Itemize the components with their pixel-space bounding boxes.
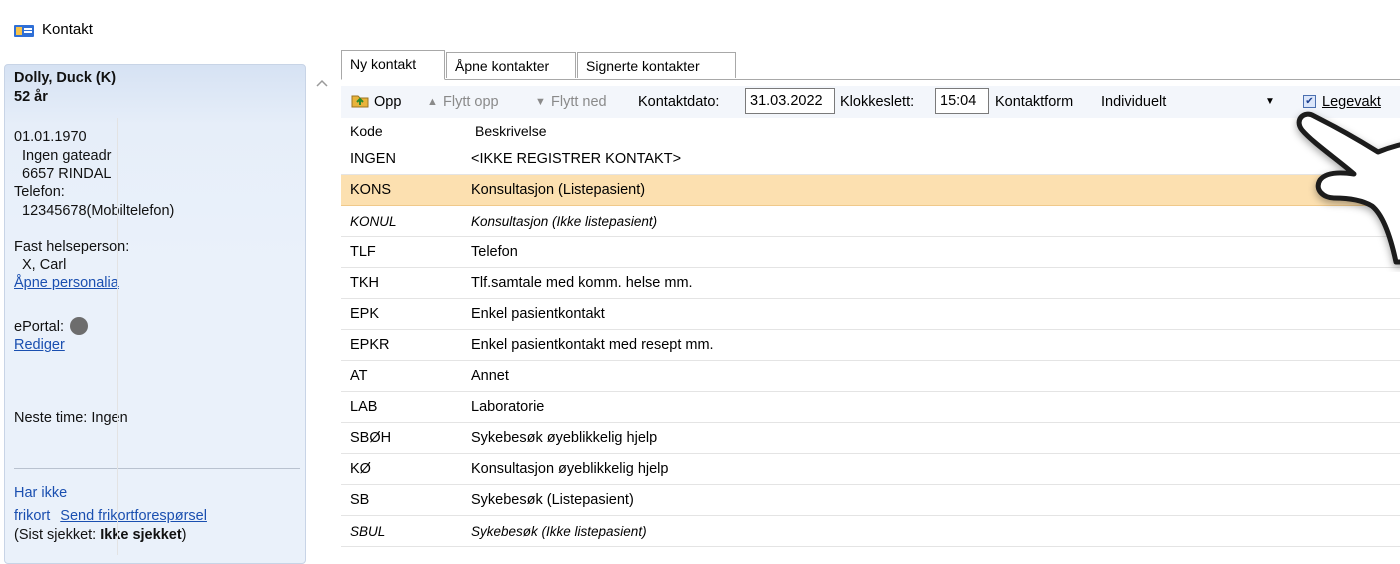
frikort-status-line2: frikort — [14, 508, 51, 524]
row-description: Annet — [471, 368, 509, 384]
time-label: Klokkeslett: — [840, 94, 915, 110]
row-code: SB — [350, 492, 370, 508]
frikort-row: frikort Send frikortforespørsel — [14, 508, 207, 524]
last-checked: (Sist sjekket: Ikke sjekket) — [14, 527, 187, 543]
table-row[interactable]: AT Annet — [341, 361, 1400, 392]
eportal-status-icon — [69, 316, 88, 335]
move-up-button[interactable]: Flytt opp — [443, 86, 499, 118]
row-description: Tlf.samtale med komm. helse mm. — [471, 275, 693, 291]
patient-name: Dolly, Duck (K) — [14, 70, 117, 86]
table-header: Kode Beskrivelse — [341, 118, 1400, 144]
table-row[interactable]: TKH Tlf.samtale med komm. helse mm. — [341, 268, 1400, 299]
row-description: Konsultasjon (Ikke listepasient) — [471, 214, 658, 229]
table-row[interactable]: SBØH Sykebesøk øyeblikkelig hjelp — [341, 423, 1400, 454]
next-appointment: Neste time: Ingen — [14, 410, 128, 426]
tab-open-contacts[interactable]: Åpne kontakter — [446, 52, 576, 78]
eportal-row: ePortal: — [14, 316, 88, 335]
last-checked-suffix: ) — [181, 527, 187, 543]
contact-date-label: Kontaktdato: — [638, 94, 720, 110]
table-row[interactable]: EPK Enkel pasientkontakt — [341, 299, 1400, 330]
title-bar: Kontakt — [0, 0, 1400, 60]
patient-age: 52 år — [14, 89, 48, 105]
chevron-up-icon[interactable] — [316, 78, 328, 88]
row-code: EPKR — [350, 337, 390, 353]
row-code: TKH — [350, 275, 379, 291]
up-button[interactable]: Opp — [374, 86, 401, 118]
row-description: Konsultasjon (Listepasient) — [471, 182, 646, 198]
row-code: KØ — [350, 461, 371, 477]
row-code: AT — [350, 368, 368, 384]
last-checked-value: Ikke sjekket — [100, 527, 182, 543]
tab-underline — [341, 79, 1400, 80]
header-description[interactable]: Beskrivelse — [475, 123, 547, 139]
row-description: Sykebesøk (Ikke listepasient) — [471, 524, 647, 539]
patient-address-line1: Ingen gateadr — [22, 148, 112, 164]
table-row[interactable]: KØ Konsultasjon øyeblikkelig hjelp — [341, 454, 1400, 485]
row-code: INGEN — [350, 151, 396, 167]
row-code: TLF — [350, 244, 376, 260]
row-code: SBUL — [350, 524, 386, 539]
row-description: Sykebesøk (Listepasient) — [471, 492, 634, 508]
arrow-up-icon: ▲ — [427, 96, 438, 108]
patient-gp: X, Carl — [22, 257, 67, 273]
folder-up-icon[interactable] — [351, 92, 369, 108]
table-row[interactable]: KONUL Konsultasjon (Ikke listepasient) — [341, 206, 1400, 237]
patient-phone: 12345678(Mobiltelefon) — [22, 203, 175, 219]
patient-panel: Dolly, Duck (K) 52 år 01.01.1970 Ingen g… — [4, 64, 306, 564]
divider — [14, 468, 300, 469]
table-row-selected[interactable]: KONS Konsultasjon (Listepasient) — [341, 175, 1400, 206]
toolbar: Opp ▲ Flytt opp ▼ Flytt ned Kontaktdato:… — [341, 86, 1400, 118]
time-field[interactable]: 15:04 — [935, 88, 989, 114]
row-description: Telefon — [471, 244, 518, 260]
row-description: Sykebesøk øyeblikkelig hjelp — [471, 430, 658, 446]
tab-signed-contacts[interactable]: Signerte kontakter — [577, 52, 736, 78]
row-code: EPK — [350, 306, 380, 322]
row-code: KONS — [350, 182, 392, 198]
row-description: Enkel pasientkontakt med resept mm. — [471, 337, 714, 353]
contact-date-field[interactable]: 31.03.2022 — [745, 88, 835, 114]
row-description: Konsultasjon øyeblikkelig hjelp — [471, 461, 669, 477]
open-personalia-link[interactable]: Åpne personalia — [14, 275, 119, 291]
row-description: Laboratorie — [471, 399, 545, 415]
table-row[interactable]: SB Sykebesøk (Listepasient) — [341, 485, 1400, 516]
row-description: Enkel pasientkontakt — [471, 306, 605, 322]
column-divider — [117, 118, 118, 555]
tab-new-contact[interactable]: Ny kontakt — [341, 50, 445, 80]
patient-birthdate: 01.01.1970 — [14, 129, 87, 145]
contact-form-label: Kontaktform — [995, 94, 1074, 110]
edit-link[interactable]: Rediger — [14, 337, 65, 353]
pointing-hand-icon — [1296, 111, 1400, 265]
eportal-label: ePortal: — [14, 319, 64, 335]
table-row[interactable]: INGEN <IKKE REGISTRER KONTAKT> — [341, 144, 1400, 175]
last-checked-prefix: (Sist sjekket: — [14, 527, 101, 543]
phone-label: Telefon: — [14, 184, 65, 200]
contact-card-icon — [14, 25, 34, 37]
row-description: <IKKE REGISTRER KONTAKT> — [471, 151, 682, 167]
window-title: Kontakt — [42, 21, 93, 38]
arrow-down-icon: ▼ — [535, 96, 546, 108]
row-code: KONUL — [350, 214, 397, 229]
row-code: SBØH — [350, 430, 392, 446]
move-down-button[interactable]: Flytt ned — [551, 86, 607, 118]
header-code[interactable]: Kode — [350, 123, 383, 139]
table-row[interactable]: EPKR Enkel pasientkontakt med resept mm. — [341, 330, 1400, 361]
dropdown-arrow-icon[interactable]: ▼ — [1265, 86, 1275, 118]
patient-address-line2: 6657 RINDAL — [22, 166, 112, 182]
table-row[interactable]: LAB Laboratorie — [341, 392, 1400, 423]
row-code: LAB — [350, 399, 378, 415]
table-row[interactable]: SBUL Sykebesøk (Ikke listepasient) — [341, 516, 1400, 547]
send-frikort-link[interactable]: Send frikortforespørsel — [60, 508, 207, 524]
contact-form-select[interactable]: Individuelt — [1101, 86, 1166, 118]
frikort-status-line1: Har ikke — [14, 485, 68, 501]
table-row[interactable]: TLF Telefon — [341, 237, 1400, 268]
gp-label: Fast helseperson: — [14, 239, 130, 255]
